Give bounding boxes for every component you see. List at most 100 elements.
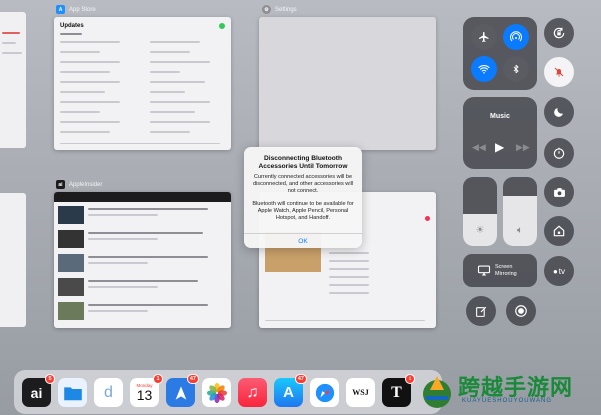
line — [150, 101, 210, 103]
dock-calendar[interactable]: Monday 13 1 — [130, 374, 163, 407]
thumbnail — [58, 206, 84, 224]
alert-ok-button[interactable]: OK — [244, 233, 362, 248]
line — [2, 32, 20, 34]
play-button[interactable]: ▶ — [495, 140, 504, 154]
line — [2, 42, 16, 44]
line — [150, 131, 190, 133]
line — [150, 51, 190, 53]
screen-mirroring-label: Screen Mirroring — [495, 264, 517, 277]
appleinsider-label: AppleInsider — [69, 181, 103, 188]
dock-appleinsider[interactable]: ai 5 — [22, 374, 55, 407]
line — [88, 238, 158, 240]
do-not-disturb-button[interactable] — [544, 97, 574, 127]
appleinsider-icon: ai — [30, 384, 43, 401]
dock-app-store[interactable]: A 47 — [274, 374, 307, 407]
app-store-icon: A — [56, 5, 65, 14]
bell-slash-icon — [554, 67, 564, 77]
alert-title: Disconnecting Bluetooth Accessories Unti… — [258, 155, 348, 170]
line — [60, 33, 82, 35]
mute-button[interactable] — [544, 57, 574, 87]
record-icon — [515, 305, 527, 317]
wifi-icon — [478, 65, 490, 74]
partial-card-bottom[interactable] — [0, 193, 26, 327]
line — [150, 81, 205, 83]
status-dot — [219, 23, 225, 29]
wsj-icon: WSJ — [352, 388, 369, 397]
notes-button[interactable] — [466, 296, 496, 326]
app-store-card-label: A App Store — [56, 5, 96, 14]
line — [150, 91, 185, 93]
settings-icon: ⚙ — [262, 5, 271, 14]
home-button[interactable] — [544, 216, 574, 246]
dock-nytimes[interactable]: T 1 — [382, 374, 415, 407]
line — [60, 91, 105, 93]
settings-card[interactable] — [259, 17, 436, 150]
music-note-icon: ♫ — [246, 383, 259, 401]
bluetooth-icon — [513, 64, 519, 74]
line — [60, 51, 100, 53]
tab-bar-line — [60, 143, 220, 144]
dictionary-icon: d — [104, 383, 113, 401]
thumbnail — [58, 302, 84, 320]
line — [88, 232, 203, 234]
bluetooth-toggle[interactable] — [503, 56, 529, 82]
line — [2, 52, 22, 54]
bluetooth-alert: Disconnecting Bluetooth Accessories Unti… — [244, 147, 362, 248]
apple-logo-icon: ● — [552, 266, 558, 276]
appleinsider-card[interactable] — [54, 192, 231, 328]
line — [88, 208, 208, 210]
volume-slider[interactable]: 🔈︎ — [503, 177, 537, 246]
camera-icon — [553, 187, 565, 197]
line — [60, 71, 110, 73]
partial-card-top[interactable] — [0, 12, 26, 148]
camera-button[interactable] — [544, 177, 574, 207]
settings-label: Settings — [275, 6, 297, 13]
wifi-toggle[interactable] — [471, 56, 497, 82]
next-track-button[interactable]: ▶▶ — [516, 142, 530, 153]
rotation-lock-button[interactable] — [544, 18, 574, 48]
airplane-mode-toggle[interactable] — [471, 24, 497, 50]
dock-photos[interactable] — [202, 378, 231, 407]
timer-button[interactable] — [544, 138, 574, 168]
app-store-card[interactable]: Updates — [54, 17, 231, 150]
timer-icon — [553, 147, 565, 159]
watermark-logo-icon — [423, 376, 451, 408]
screen-record-button[interactable] — [506, 296, 536, 326]
line — [150, 71, 180, 73]
moon-icon — [554, 108, 563, 117]
line — [88, 304, 208, 306]
rotation-lock-icon — [553, 27, 565, 39]
thumbnail — [58, 254, 84, 272]
appleinsider-icon: ai — [56, 180, 65, 189]
apple-tv-remote-button[interactable]: ● tv — [544, 256, 574, 286]
app-store-label: App Store — [69, 6, 96, 13]
line — [150, 121, 210, 123]
nytimes-icon: T — [391, 383, 402, 401]
home-icon — [553, 225, 565, 237]
compass-icon — [315, 383, 334, 402]
music-module-title: Music — [490, 113, 510, 120]
dock-spark[interactable]: 47 — [166, 374, 199, 407]
line — [88, 256, 208, 258]
record-dot — [425, 216, 430, 221]
thumbnail — [58, 278, 84, 296]
dock-music[interactable]: ♫ — [238, 378, 267, 407]
airdrop-toggle[interactable] — [503, 24, 529, 50]
appleinsider-header — [54, 192, 231, 202]
settings-card-label: ⚙ Settings — [262, 5, 297, 14]
screen-mirroring-icon — [477, 265, 491, 276]
previous-track-button[interactable]: ◀◀ — [472, 142, 486, 153]
dock-safari[interactable] — [310, 378, 339, 407]
speaker-icon: 🔈︎ — [517, 225, 523, 236]
dock-files[interactable] — [58, 378, 87, 407]
badge: 47 — [186, 374, 199, 384]
line — [88, 214, 158, 216]
apple-tv-label: tv — [558, 266, 566, 276]
dock-wsj[interactable]: WSJ — [346, 378, 375, 407]
line — [329, 292, 369, 294]
line — [60, 61, 120, 63]
dock-dictionary[interactable]: d — [94, 378, 123, 407]
line — [329, 284, 369, 286]
badge: 1 — [153, 374, 163, 384]
brightness-slider[interactable]: ☀ — [463, 177, 497, 246]
